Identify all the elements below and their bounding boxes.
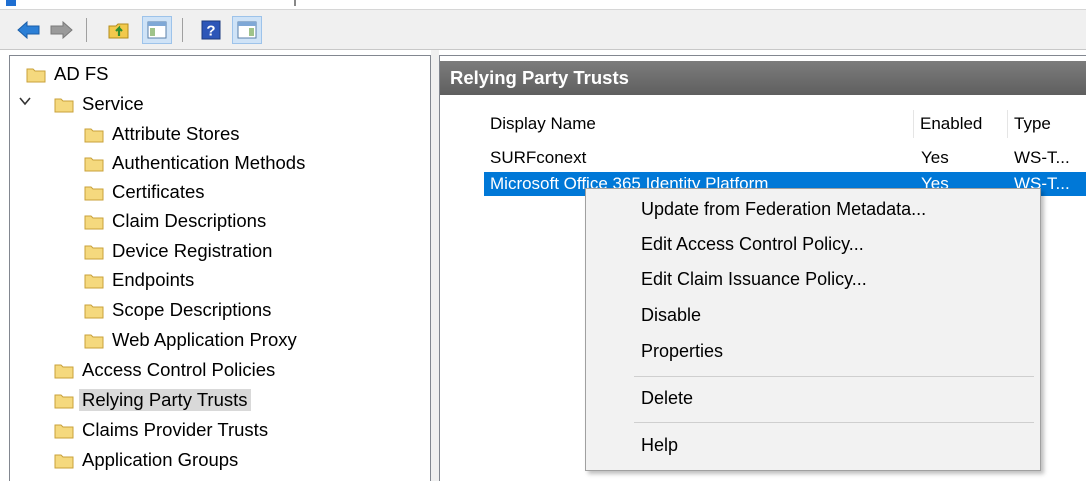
tree-item-label: AD FS xyxy=(54,63,109,84)
tree-item-label: Scope Descriptions xyxy=(112,299,272,320)
tree-item-label: Service xyxy=(82,93,144,114)
tree-item-label: Endpoints xyxy=(112,269,195,290)
toolbar-separator xyxy=(86,18,87,42)
folder-icon xyxy=(84,128,104,142)
pane-splitter[interactable] xyxy=(431,50,439,481)
toolbar-separator xyxy=(182,18,183,42)
tree-item-label: Certificates xyxy=(112,181,205,202)
tree-item-ad-fs[interactable]: AD FS xyxy=(26,60,108,88)
folder-icon xyxy=(84,157,104,171)
tree-item-device-registration[interactable]: Device Registration xyxy=(84,237,272,265)
show-hide-console-tree-icon[interactable] xyxy=(142,16,172,44)
folder-icon xyxy=(84,274,104,288)
tree-item-service[interactable]: Service xyxy=(54,90,144,118)
back-arrow-icon[interactable] xyxy=(14,16,44,44)
tree-item-attribute-stores[interactable]: Attribute Stores xyxy=(84,120,240,148)
tree-item-access-control-policies[interactable]: Access Control Policies xyxy=(54,356,275,384)
tree-item-scope-descriptions[interactable]: Scope Descriptions xyxy=(84,296,271,324)
folder-icon xyxy=(84,186,104,200)
tree-item-claims-provider-trusts[interactable]: Claims Provider Trusts xyxy=(54,416,268,444)
cell-display-name: SURFconext xyxy=(490,148,587,167)
column-header-type[interactable]: Type xyxy=(1008,110,1086,138)
help-icon[interactable]: ? xyxy=(196,16,226,44)
svg-text:?: ? xyxy=(206,23,215,40)
tree-item-label: Device Registration xyxy=(112,240,273,261)
tree-item-label: Web Application Proxy xyxy=(112,329,297,350)
app-icon xyxy=(6,0,16,6)
folder-icon xyxy=(26,68,46,82)
tree-item-application-groups[interactable]: Application Groups xyxy=(54,446,238,474)
tree-item-label: Claim Descriptions xyxy=(112,210,267,231)
menu-item-properties[interactable]: Properties xyxy=(641,336,723,366)
tree-item-label: Claims Provider Trusts xyxy=(82,419,269,440)
menu-separator xyxy=(634,376,1034,377)
folder-icon xyxy=(54,454,74,468)
chevron-down-icon[interactable] xyxy=(18,94,32,108)
folder-icon xyxy=(84,215,104,229)
folder-icon xyxy=(54,394,74,408)
results-header: Relying Party Trusts xyxy=(440,61,1086,95)
tree-item-claim-descriptions[interactable]: Claim Descriptions xyxy=(84,207,266,235)
toolbar: ? xyxy=(0,9,1086,50)
title-bar-fragment xyxy=(294,0,296,6)
folder-icon xyxy=(54,364,74,378)
folder-icon xyxy=(84,334,104,348)
menu-item-delete[interactable]: Delete xyxy=(641,383,693,413)
column-header-enabled[interactable]: Enabled xyxy=(914,110,1008,138)
show-hide-action-pane-icon[interactable] xyxy=(232,16,262,44)
cell-type: WS-T... xyxy=(1014,148,1070,167)
menu-item-update-from-federation-metadata[interactable]: Update from Federation Metadata... xyxy=(641,194,926,224)
tree-item-label: Authentication Methods xyxy=(112,152,306,173)
up-folder-icon[interactable] xyxy=(104,16,134,44)
menu-item-help[interactable]: Help xyxy=(641,430,678,460)
column-header-display-name[interactable]: Display Name xyxy=(484,110,914,138)
menu-item-edit-claim-issuance-policy[interactable]: Edit Claim Issuance Policy... xyxy=(641,264,867,294)
menu-item-edit-access-control-policy[interactable]: Edit Access Control Policy... xyxy=(641,229,864,259)
tree-item-web-application-proxy[interactable]: Web Application Proxy xyxy=(84,326,297,354)
folder-icon xyxy=(84,304,104,318)
tree-item-authentication-methods[interactable]: Authentication Methods xyxy=(84,149,305,177)
menu-separator xyxy=(634,422,1034,423)
tree-item-relying-party-trusts[interactable]: Relying Party Trusts xyxy=(54,386,251,414)
tree-item-label: Application Groups xyxy=(82,449,239,470)
title-bar xyxy=(0,0,1086,9)
folder-icon xyxy=(54,424,74,438)
tree-item-label: Relying Party Trusts xyxy=(79,389,251,411)
forward-arrow-icon[interactable] xyxy=(46,16,76,44)
menu-item-disable[interactable]: Disable xyxy=(641,300,701,330)
tree-item-endpoints[interactable]: Endpoints xyxy=(84,266,194,294)
folder-icon xyxy=(54,98,74,112)
tree-item-label: Attribute Stores xyxy=(112,123,240,144)
tree-item-certificates[interactable]: Certificates xyxy=(84,178,205,206)
cell-enabled: Yes xyxy=(921,148,949,167)
tree-item-label: Access Control Policies xyxy=(82,359,276,380)
folder-icon xyxy=(84,245,104,259)
context-menu: Update from Federation Metadata... Edit … xyxy=(585,188,1041,471)
